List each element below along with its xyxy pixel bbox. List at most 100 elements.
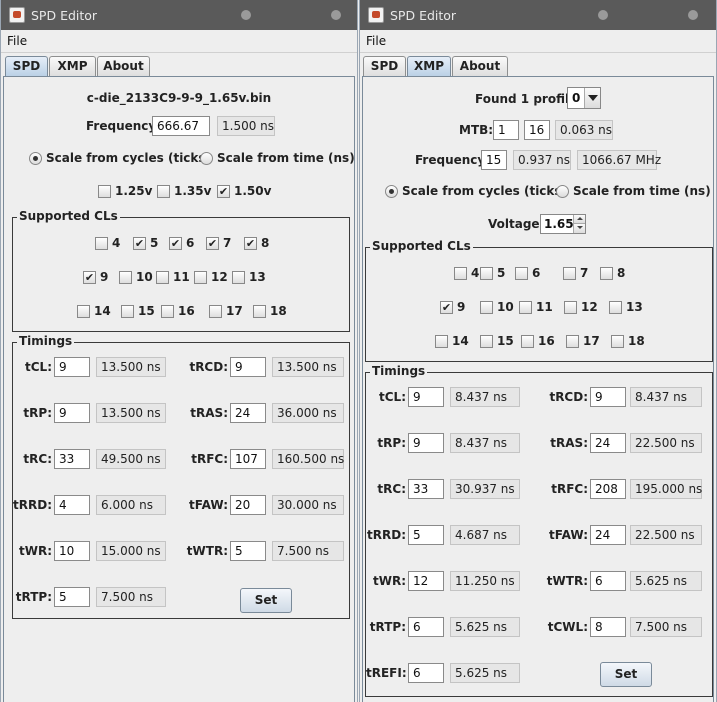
menu-file[interactable]: File <box>7 34 27 48</box>
cl-checkbox-5[interactable]: ✔ <box>133 237 146 250</box>
cl-label-17: 17 <box>583 334 600 348</box>
timing-label-trc: tRC: <box>377 482 406 496</box>
cl-checkbox-13[interactable] <box>609 301 622 314</box>
minimize-button[interactable] <box>598 10 608 20</box>
mtb-divisor-input[interactable]: 16 <box>524 120 550 140</box>
timing-input-trrd[interactable]: 4 <box>54 495 90 515</box>
cl-checkbox-16[interactable] <box>161 305 174 318</box>
timing-ns-twtr: 7.500 ns <box>272 541 344 561</box>
timing-input-trefi[interactable]: 6 <box>408 663 444 683</box>
voltage-spinner[interactable]: 1.65 <box>540 214 586 234</box>
timing-input-tras[interactable]: 24 <box>590 433 626 453</box>
tab-spd[interactable]: SPD <box>5 56 48 77</box>
cl-checkbox-15[interactable] <box>480 335 493 348</box>
voltage-checkbox-1[interactable] <box>157 185 170 198</box>
set-button[interactable]: Set <box>600 662 652 687</box>
cl-checkbox-11[interactable] <box>519 301 532 314</box>
timing-input-trcd[interactable]: 9 <box>590 387 626 407</box>
voltage-checkbox-0[interactable] <box>98 185 111 198</box>
spinner-down-icon[interactable] <box>573 224 585 233</box>
voltage-checkbox-2[interactable]: ✔ <box>217 185 230 198</box>
scale-time-radio[interactable] <box>556 185 569 198</box>
timing-ns-trtp: 5.625 ns <box>450 617 520 637</box>
cl-checkbox-6[interactable] <box>515 267 528 280</box>
cl-checkbox-9[interactable]: ✔ <box>83 271 96 284</box>
cl-checkbox-17[interactable] <box>566 335 579 348</box>
minimize-button[interactable] <box>241 10 251 20</box>
cl-checkbox-12[interactable] <box>564 301 577 314</box>
timing-input-trc[interactable]: 33 <box>408 479 444 499</box>
timing-input-twtr[interactable]: 5 <box>230 541 266 561</box>
cl-checkbox-18[interactable] <box>253 305 266 318</box>
cl-checkbox-15[interactable] <box>121 305 134 318</box>
cl-checkbox-5[interactable] <box>480 267 493 280</box>
scale-cycles-radio[interactable] <box>385 185 398 198</box>
cl-checkbox-10[interactable] <box>119 271 132 284</box>
tab-xmp[interactable]: XMP <box>407 56 451 77</box>
set-button[interactable]: Set <box>240 588 292 613</box>
timing-input-tfaw[interactable]: 20 <box>230 495 266 515</box>
cl-checkbox-8[interactable] <box>600 267 613 280</box>
cl-checkbox-11[interactable] <box>156 271 169 284</box>
timing-input-twr[interactable]: 10 <box>54 541 90 561</box>
mtb-dividend-input[interactable]: 1 <box>493 120 519 140</box>
cl-checkbox-7[interactable]: ✔ <box>206 237 219 250</box>
tab-about[interactable]: About <box>452 56 508 76</box>
timing-input-tras[interactable]: 24 <box>230 403 266 423</box>
close-button[interactable] <box>688 10 698 20</box>
timing-input-trp[interactable]: 9 <box>408 433 444 453</box>
chevron-down-icon[interactable] <box>584 88 600 108</box>
tab-about[interactable]: About <box>97 56 150 76</box>
scale-cycles-label: Scale from cycles (ticks) <box>46 151 212 165</box>
timing-ns-trfc: 160.500 ns <box>272 449 344 469</box>
cl-checkbox-17[interactable] <box>209 305 222 318</box>
frequency-input[interactable]: 666.67 <box>152 116 210 136</box>
close-button[interactable] <box>331 10 341 20</box>
spinner-up-icon[interactable] <box>573 215 585 224</box>
timing-input-trfc[interactable]: 107 <box>230 449 266 469</box>
timing-input-twr[interactable]: 12 <box>408 571 444 591</box>
cl-checkbox-4[interactable] <box>95 237 108 250</box>
timing-input-tfaw[interactable]: 24 <box>590 525 626 545</box>
cl-checkbox-14[interactable] <box>77 305 90 318</box>
frequency-input[interactable]: 15 <box>481 150 507 170</box>
cl-checkbox-8[interactable]: ✔ <box>244 237 257 250</box>
timing-input-tcl[interactable]: 9 <box>54 357 90 377</box>
timing-input-trc[interactable]: 33 <box>54 449 90 469</box>
timing-input-tcwl[interactable]: 8 <box>590 617 626 637</box>
timing-input-trrd[interactable]: 5 <box>408 525 444 545</box>
timing-input-tcl[interactable]: 9 <box>408 387 444 407</box>
cl-checkbox-13[interactable] <box>232 271 245 284</box>
cl-checkbox-4[interactable] <box>454 267 467 280</box>
timing-input-trcd[interactable]: 9 <box>230 357 266 377</box>
timings-legend: Timings <box>370 364 428 378</box>
scale-time-radio[interactable] <box>200 152 213 165</box>
timing-label-twtr: tWTR: <box>546 574 588 588</box>
cl-checkbox-10[interactable] <box>480 301 493 314</box>
title-bar[interactable]: SPD Editor <box>1 0 357 30</box>
cl-checkbox-16[interactable] <box>521 335 534 348</box>
cl-checkbox-18[interactable] <box>611 335 624 348</box>
cl-label-10: 10 <box>136 270 153 284</box>
title-bar[interactable]: SPD Editor <box>360 0 716 30</box>
timing-input-trp[interactable]: 9 <box>54 403 90 423</box>
cl-checkbox-7[interactable] <box>563 267 576 280</box>
cl-checkbox-6[interactable]: ✔ <box>169 237 182 250</box>
cl-checkbox-12[interactable] <box>194 271 207 284</box>
tab-xmp[interactable]: XMP <box>49 56 96 76</box>
cl-label-11: 11 <box>536 300 553 314</box>
timing-input-trfc[interactable]: 208 <box>590 479 626 499</box>
timing-label-trp: tRP: <box>377 436 406 450</box>
tab-spd[interactable]: SPD <box>363 56 406 76</box>
timings-group: Timings tCL: 9 13.500 ns tRCD: 9 13.500 ns tRP… <box>12 334 350 619</box>
cl-checkbox-14[interactable] <box>435 335 448 348</box>
scale-cycles-radio[interactable] <box>29 152 42 165</box>
profile-select[interactable]: 0 <box>567 87 601 109</box>
cl-checkbox-9[interactable]: ✔ <box>440 301 453 314</box>
cl-label-9: 9 <box>457 300 466 314</box>
timing-input-trtp[interactable]: 6 <box>408 617 444 637</box>
timing-input-trtp[interactable]: 5 <box>54 587 90 607</box>
profile-select-value: 0 <box>572 91 581 105</box>
menu-file[interactable]: File <box>366 34 386 48</box>
timing-input-twtr[interactable]: 6 <box>590 571 626 591</box>
